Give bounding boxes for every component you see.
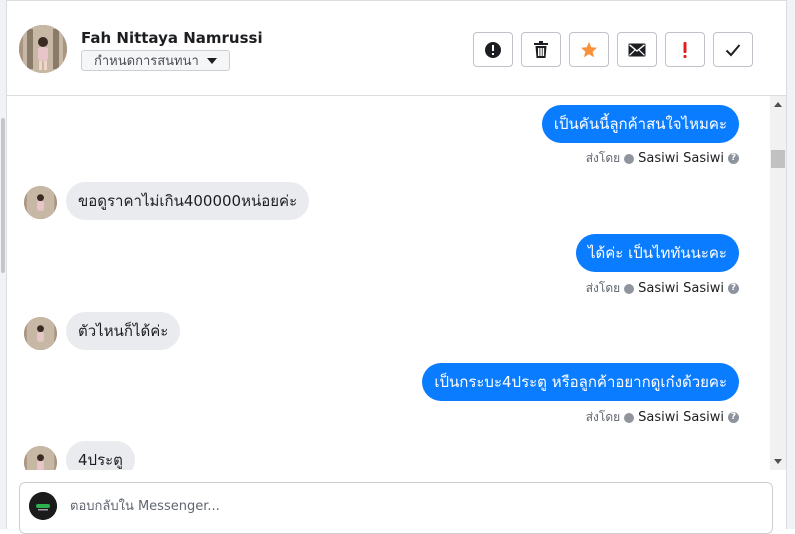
exclamation-icon: [683, 41, 687, 58]
outgoing-bubble[interactable]: ได้ค่ะ เป็นไททันนะคะ: [575, 234, 739, 272]
sent-by-label: ส่งโดย: [585, 151, 621, 165]
contact-avatar-image: [24, 446, 57, 470]
mark-spam-button[interactable]: [473, 32, 513, 67]
contact-avatar-image: [19, 25, 67, 73]
scroll-down-arrow-icon[interactable]: [774, 459, 782, 464]
incoming-bubble[interactable]: 4ประตู: [66, 441, 135, 470]
follow-up-button[interactable]: [665, 32, 705, 67]
star-icon: [581, 41, 597, 57]
left-panel-edge: [0, 0, 7, 529]
contact-avatar-small[interactable]: [24, 186, 57, 219]
agent-name[interactable]: Sasiwi Sasiwi: [638, 281, 724, 296]
help-icon[interactable]: ?: [728, 153, 739, 164]
contact-avatar-image: [24, 317, 57, 350]
delete-button[interactable]: [521, 32, 561, 67]
verified-icon: [624, 153, 635, 164]
verified-icon: [624, 412, 635, 423]
contact-avatar-image: [24, 186, 57, 219]
sent-by-info: ส่งโดย Sasiwi Sasiwi ?: [586, 149, 739, 168]
page-avatar: [29, 492, 57, 520]
thread-scrollbar[interactable]: [770, 96, 786, 470]
left-panel-scroll-thumb[interactable]: [1, 118, 5, 273]
composer-area: [7, 470, 786, 534]
help-icon[interactable]: ?: [728, 283, 739, 294]
trash-icon: [534, 40, 548, 58]
message-thread: เป็นคันนี้ลูกค้าสนใจไหมคะ ส่งโดย Sasiwi …: [7, 96, 770, 470]
conversation-header: Fah Nittaya Namrussi กำหนดการสนทนา: [7, 0, 786, 96]
sent-by-info: ส่งโดย Sasiwi Sasiwi ?: [586, 408, 739, 427]
help-icon[interactable]: ?: [728, 412, 739, 423]
scroll-thumb[interactable]: [771, 150, 785, 168]
page-logo-icon: [29, 492, 57, 520]
conversation-toolbar: [473, 32, 753, 67]
star-button[interactable]: [569, 32, 609, 67]
contact-avatar-small[interactable]: [24, 446, 57, 470]
right-panel-edge: [786, 0, 795, 529]
contact-name[interactable]: Fah Nittaya Namrussi: [81, 29, 263, 47]
mark-done-button[interactable]: [713, 32, 753, 67]
incoming-bubble[interactable]: ขอดูราคาไม่เกิน400000หน่อยค่ะ: [66, 182, 310, 220]
assign-conversation-label: กำหนดการสนทนา: [94, 54, 199, 69]
chevron-down-icon: [206, 57, 217, 64]
sent-by-label: ส่งโดย: [585, 410, 621, 424]
verified-icon: [624, 283, 635, 294]
contact-avatar[interactable]: [19, 25, 67, 73]
incoming-bubble[interactable]: ตัวไหนก็ได้ค่ะ: [66, 312, 181, 350]
alert-circle-icon: [485, 41, 501, 58]
check-icon: [725, 43, 741, 56]
agent-name[interactable]: Sasiwi Sasiwi: [638, 410, 724, 425]
sent-by-info: ส่งโดย Sasiwi Sasiwi ?: [586, 279, 739, 298]
reply-composer: [19, 482, 773, 534]
assign-conversation-dropdown[interactable]: กำหนดการสนทนา: [81, 50, 230, 71]
reply-input[interactable]: [68, 494, 672, 518]
contact-avatar-small[interactable]: [24, 317, 57, 350]
scroll-up-arrow-icon[interactable]: [774, 102, 782, 107]
agent-name[interactable]: Sasiwi Sasiwi: [638, 151, 724, 166]
mark-unread-button[interactable]: [617, 32, 657, 67]
outgoing-bubble[interactable]: เป็นคันนี้ลูกค้าสนใจไหมคะ: [541, 105, 739, 143]
sent-by-label: ส่งโดย: [585, 281, 621, 295]
envelope-icon: [628, 43, 646, 56]
outgoing-bubble[interactable]: เป็นกระบะ4ประตู หรือลูกค้าอยากดูเก๋งด้วย…: [422, 363, 739, 401]
